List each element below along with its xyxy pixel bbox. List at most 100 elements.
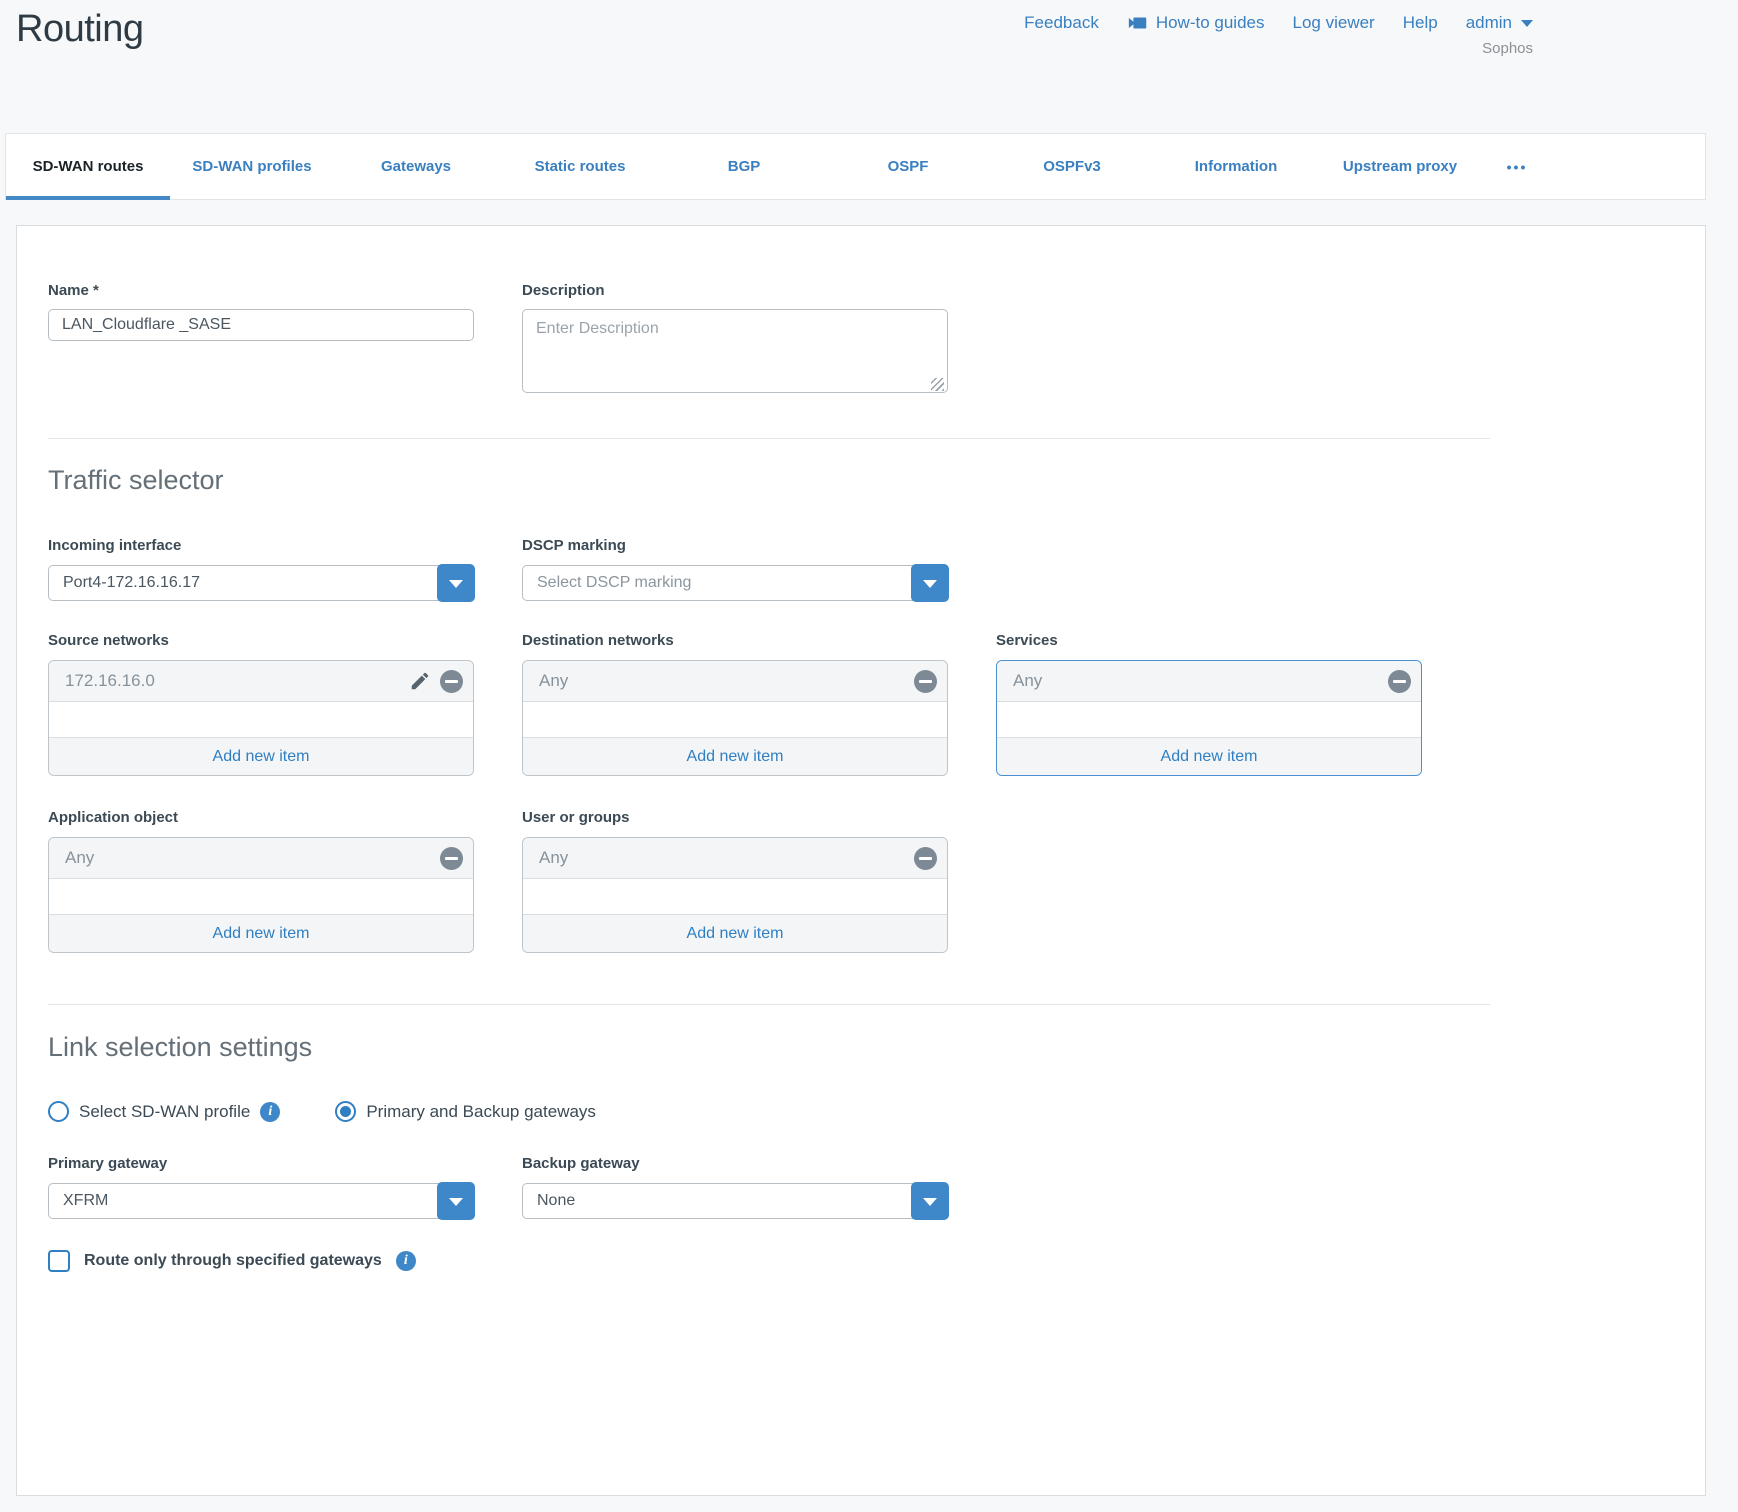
remove-icon[interactable]	[440, 670, 463, 693]
tab-upstream-proxy[interactable]: Upstream proxy	[1318, 134, 1482, 199]
dropdown-button[interactable]	[437, 564, 475, 602]
tab-label: Static routes	[535, 158, 626, 175]
select-box	[522, 1183, 948, 1219]
radio-label: Select SD-WAN profile	[79, 1102, 250, 1122]
add-new-item-button[interactable]: Add new item	[523, 737, 947, 775]
radio-primary-backup-gateways[interactable]: Primary and Backup gateways	[335, 1101, 596, 1122]
edit-icon[interactable]	[409, 670, 431, 692]
log-viewer-link[interactable]: Log viewer	[1293, 13, 1375, 33]
radio-select-sd-wan-profile[interactable]: Select SD-WAN profile i	[48, 1101, 280, 1122]
radio-label: Primary and Backup gateways	[366, 1102, 596, 1122]
list-empty-area	[523, 702, 947, 737]
incoming-interface-select[interactable]: Port4-172.16.16.17	[48, 565, 474, 601]
destination-networks-box: Any Add new item	[522, 660, 948, 776]
name-input[interactable]	[48, 309, 474, 341]
admin-menu[interactable]: admin	[1466, 13, 1533, 33]
tab-ospfv3[interactable]: OSPFv3	[990, 134, 1154, 199]
list-empty-area	[997, 702, 1421, 737]
services-box: Any Add new item	[996, 660, 1422, 776]
brand-text: Sophos	[1482, 40, 1533, 57]
feedback-link[interactable]: Feedback	[1024, 13, 1099, 33]
help-label: Help	[1403, 13, 1438, 33]
primary-gateway-select[interactable]: XFRM	[48, 1183, 474, 1219]
radio-icon[interactable]	[48, 1101, 69, 1122]
backup-gateway-select[interactable]: None	[522, 1183, 948, 1219]
backup-gateway-value: None	[537, 1183, 575, 1219]
tab-gateways[interactable]: Gateways	[334, 134, 498, 199]
dscp-marking-placeholder: Select DSCP marking	[537, 565, 691, 601]
app-user-boxes-row: Any Add new item Any Add new item	[48, 827, 1705, 953]
tab-sd-wan-routes[interactable]: SD-WAN routes	[6, 134, 170, 199]
tab-overflow-ellipsis[interactable]: •••	[1482, 134, 1552, 199]
radio-icon-selected[interactable]	[335, 1101, 356, 1122]
list-item: Any	[523, 661, 947, 702]
description-label: Description	[522, 282, 948, 300]
tab-information[interactable]: Information	[1154, 134, 1318, 199]
info-icon[interactable]: i	[396, 1251, 416, 1271]
info-icon[interactable]: i	[260, 1102, 280, 1122]
source-networks-box: 172.16.16.0 Add new item	[48, 660, 474, 776]
add-new-item-button[interactable]: Add new item	[49, 737, 473, 775]
dropdown-button[interactable]	[911, 1182, 949, 1220]
incoming-interface-value: Port4-172.16.16.17	[63, 565, 200, 601]
tab-label: OSPF	[888, 158, 929, 175]
services-label: Services	[996, 632, 1422, 650]
list-item: Any	[523, 838, 947, 879]
feedback-label: Feedback	[1024, 13, 1099, 33]
description-textarea[interactable]	[522, 309, 948, 393]
item-label: 172.16.16.0	[65, 671, 155, 691]
name-label-text: Name	[48, 282, 89, 299]
section-divider	[48, 438, 1490, 439]
add-new-item-button[interactable]: Add new item	[997, 737, 1421, 775]
primary-gateway-value: XFRM	[63, 1183, 108, 1219]
source-networks-label: Source networks	[48, 632, 474, 650]
howto-guides-link[interactable]: How-to guides	[1127, 12, 1265, 34]
dscp-marking-label: DSCP marking	[522, 537, 948, 555]
tab-sd-wan-profiles[interactable]: SD-WAN profiles	[170, 134, 334, 199]
interface-dscp-labels: Incoming interface DSCP marking	[48, 537, 1705, 555]
add-new-item-button[interactable]: Add new item	[523, 914, 947, 952]
remove-icon[interactable]	[914, 670, 937, 693]
networks-boxes-row: 172.16.16.0 Add new item Any Add new ite…	[48, 650, 1705, 776]
list-item: Any	[997, 661, 1421, 702]
application-object-label: Application object	[48, 809, 474, 827]
log-viewer-label: Log viewer	[1293, 13, 1375, 33]
traffic-selector-heading: Traffic selector	[48, 465, 1705, 496]
list-empty-area	[49, 702, 473, 737]
dropdown-button[interactable]	[437, 1182, 475, 1220]
list-item: 172.16.16.0	[49, 661, 473, 702]
tab-label: BGP	[728, 158, 761, 175]
user-or-groups-label: User or groups	[522, 809, 948, 827]
remove-icon[interactable]	[914, 847, 937, 870]
gateway-selects-row: XFRM None	[48, 1173, 1705, 1219]
name-description-row: Name * Description	[48, 282, 1705, 398]
tab-label: Gateways	[381, 158, 451, 175]
tab-label: Information	[1195, 158, 1278, 175]
tab-bgp[interactable]: BGP	[662, 134, 826, 199]
dropdown-button[interactable]	[911, 564, 949, 602]
route-only-label: Route only through specified gateways	[84, 1252, 382, 1270]
required-marker: *	[93, 282, 99, 299]
help-link[interactable]: Help	[1403, 13, 1438, 33]
tab-label: SD-WAN profiles	[192, 158, 311, 175]
tab-ospf[interactable]: OSPF	[826, 134, 990, 199]
name-field-group: Name *	[48, 282, 474, 341]
route-only-checkbox[interactable]	[48, 1250, 70, 1272]
app-user-labels-row: Application object User or groups	[48, 809, 1705, 827]
dscp-marking-select[interactable]: Select DSCP marking	[522, 565, 948, 601]
remove-icon[interactable]	[1388, 670, 1411, 693]
name-label: Name *	[48, 282, 474, 300]
primary-gateway-label: Primary gateway	[48, 1155, 474, 1173]
page-title: Routing	[16, 8, 143, 51]
destination-networks-label: Destination networks	[522, 632, 948, 650]
description-field-group: Description	[522, 282, 948, 398]
video-camera-icon	[1127, 12, 1149, 34]
list-empty-area	[523, 879, 947, 914]
add-new-item-button[interactable]: Add new item	[49, 914, 473, 952]
select-box	[48, 1183, 474, 1219]
gateway-labels-row: Primary gateway Backup gateway	[48, 1155, 1705, 1173]
remove-icon[interactable]	[440, 847, 463, 870]
list-empty-area	[49, 879, 473, 914]
item-label: Any	[1013, 671, 1042, 691]
tab-static-routes[interactable]: Static routes	[498, 134, 662, 199]
